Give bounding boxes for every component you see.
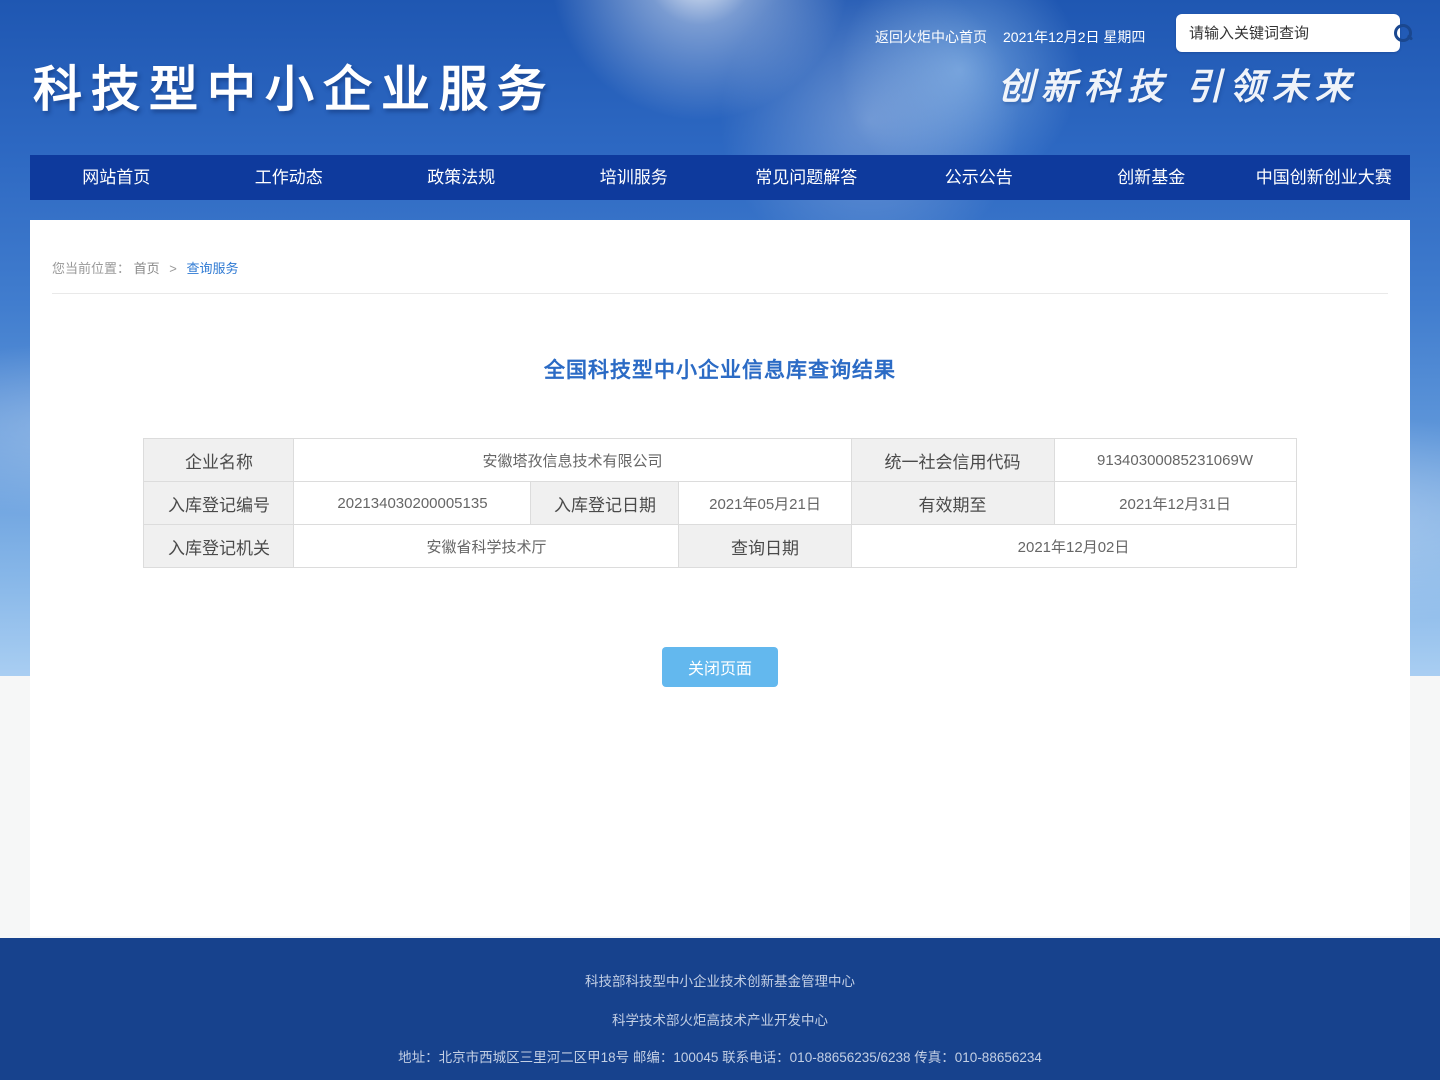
nav-item-faq[interactable]: 常见问题解答 bbox=[720, 155, 893, 200]
content-panel: 您当前位置： 首页 > 查询服务 全国科技型中小企业信息库查询结果 企业名称 安… bbox=[30, 220, 1410, 936]
breadcrumb-divider bbox=[52, 293, 1388, 294]
page: 返回火炬中心首页 2021年12月2日 星期四 科技型中小企业服务 创新科技 引… bbox=[0, 0, 1440, 1080]
registration-number-label: 入库登记编号 bbox=[144, 482, 294, 525]
registration-authority-label: 入库登记机关 bbox=[144, 525, 294, 568]
footer: 科技部科技型中小企业技术创新基金管理中心 科学技术部火炬高技术产业开发中心 地址… bbox=[0, 938, 1440, 1080]
company-name-value: 安徽塔孜信息技术有限公司 bbox=[294, 439, 851, 482]
credit-code-label: 统一社会信用代码 bbox=[851, 439, 1054, 482]
nav-item-announcements[interactable]: 公示公告 bbox=[893, 155, 1066, 200]
torch-center-home-link[interactable]: 返回火炬中心首页 bbox=[875, 27, 987, 47]
site-slogan: 创新科技 引领未来 bbox=[998, 58, 1398, 110]
table-row: 入库登记编号 202134030200005135 入库登记日期 2021年05… bbox=[144, 482, 1296, 525]
nav-item-policies[interactable]: 政策法规 bbox=[375, 155, 548, 200]
table-row: 企业名称 安徽塔孜信息技术有限公司 统一社会信用代码 9134030008523… bbox=[144, 439, 1296, 482]
valid-until-value: 2021年12月31日 bbox=[1054, 482, 1296, 525]
nav-item-home[interactable]: 网站首页 bbox=[30, 155, 203, 200]
search-box bbox=[1176, 14, 1400, 52]
query-date-value: 2021年12月02日 bbox=[851, 525, 1296, 568]
top-utility-bar: 返回火炬中心首页 2021年12月2日 星期四 bbox=[875, 27, 1145, 47]
breadcrumb-current-link[interactable]: 查询服务 bbox=[187, 261, 239, 276]
nav-item-innovation-fund[interactable]: 创新基金 bbox=[1065, 155, 1238, 200]
valid-until-label: 有效期至 bbox=[851, 482, 1054, 525]
breadcrumb-prefix: 您当前位置： bbox=[52, 261, 130, 276]
main-navbar: 网站首页 工作动态 政策法规 培训服务 常见问题解答 公示公告 创新基金 中国创… bbox=[30, 155, 1410, 200]
nav-item-work-updates[interactable]: 工作动态 bbox=[203, 155, 376, 200]
company-name-label: 企业名称 bbox=[144, 439, 294, 482]
nav-item-competition[interactable]: 中国创新创业大赛 bbox=[1238, 155, 1411, 200]
footer-filing-line: 京ICP备13019302号-1 京公网安备11010202007048 bbox=[0, 1065, 1440, 1080]
current-date-text: 2021年12月2日 星期四 bbox=[1003, 27, 1145, 47]
registration-authority-value: 安徽省科学技术厅 bbox=[294, 525, 679, 568]
close-page-button[interactable]: 关闭页面 bbox=[662, 647, 778, 687]
credit-code-value: 91340300085231069W bbox=[1054, 439, 1296, 482]
search-input[interactable] bbox=[1176, 25, 1394, 42]
registration-number-value: 202134030200005135 bbox=[294, 482, 531, 525]
breadcrumb: 您当前位置： 首页 > 查询服务 bbox=[30, 220, 1410, 277]
site-logo[interactable]: 科技型中小企业服务 bbox=[33, 50, 555, 121]
page-title: 全国科技型中小企业信息库查询结果 bbox=[30, 354, 1410, 384]
table-row: 入库登记机关 安徽省科学技术厅 查询日期 2021年12月02日 bbox=[144, 525, 1296, 568]
result-table: 企业名称 安徽塔孜信息技术有限公司 统一社会信用代码 9134030008523… bbox=[143, 438, 1296, 568]
registration-date-label: 入库登记日期 bbox=[531, 482, 679, 525]
search-button[interactable] bbox=[1394, 14, 1412, 52]
registration-date-value: 2021年05月21日 bbox=[679, 482, 851, 525]
footer-org-line-2: 科学技术部火炬高技术产业开发中心 bbox=[0, 989, 1440, 1028]
search-icon bbox=[1394, 24, 1412, 42]
footer-contact-line: 地址：北京市西城区三里河二区甲18号 邮编：100045 联系电话：010-88… bbox=[0, 1027, 1440, 1065]
breadcrumb-home-link[interactable]: 首页 bbox=[134, 261, 160, 276]
query-date-label: 查询日期 bbox=[679, 525, 851, 568]
breadcrumb-separator: > bbox=[169, 261, 177, 276]
nav-item-training[interactable]: 培训服务 bbox=[548, 155, 721, 200]
footer-org-line-1: 科技部科技型中小企业技术创新基金管理中心 bbox=[0, 938, 1440, 989]
